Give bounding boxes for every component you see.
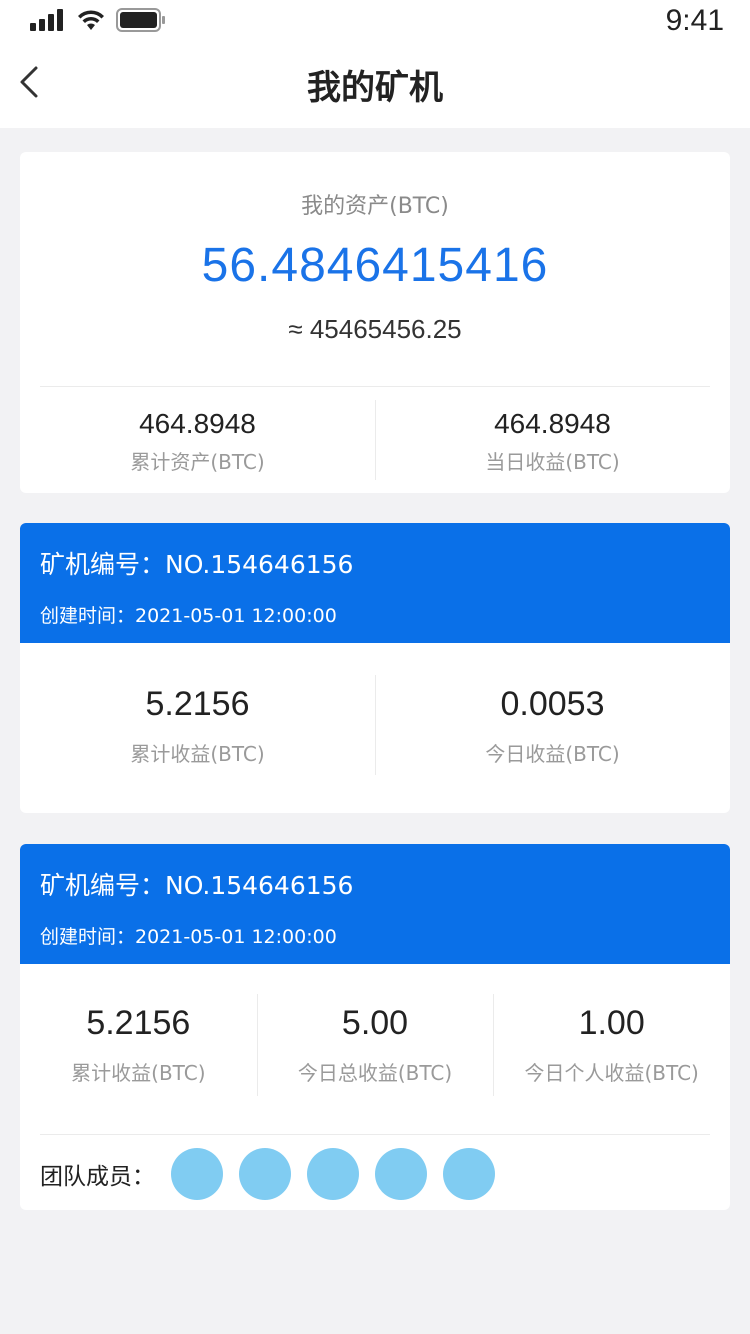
- stat-total-assets: 464.8948 累计资产(BTC): [20, 400, 375, 480]
- stat-value: 5.2156: [145, 685, 250, 723]
- stat-value: 5.2156: [86, 1004, 191, 1042]
- battery-icon: [116, 8, 165, 32]
- stat-label: 今日个人收益(BTC): [524, 1061, 699, 1085]
- miner-card[interactable]: 矿机编号：NO.154646156 创建时间：2021-05-01 12:00:…: [20, 523, 730, 813]
- stat-label: 累计资产(BTC): [130, 450, 265, 474]
- avatar[interactable]: [375, 1148, 427, 1200]
- status-time: 9:41: [665, 4, 724, 37]
- avatar[interactable]: [443, 1148, 495, 1200]
- stat-today-personal-income: 1.00 今日个人收益(BTC): [493, 964, 730, 1096]
- stat-cumulative-income: 5.2156 累计收益(BTC): [20, 643, 375, 767]
- stat-label: 累计收益(BTC): [71, 1061, 206, 1085]
- divider: [40, 1134, 710, 1135]
- asset-label: 我的资产(BTC): [301, 194, 449, 219]
- stat-label: 累计收益(BTC): [130, 742, 265, 766]
- team-members: 团队成员：: [40, 1146, 511, 1202]
- stat-value: 1.00: [578, 1004, 645, 1042]
- stat-label: 今日总收益(BTC): [297, 1061, 453, 1085]
- stat-today-income: 0.0053 今日收益(BTC): [375, 643, 730, 775]
- status-icons: [30, 8, 166, 32]
- asset-value: 56.4846415416: [201, 239, 549, 292]
- stat-today-total-income: 5.00 今日总收益(BTC): [256, 964, 494, 1096]
- miner-created-time: 创建时间：2021-05-01 12:00:00: [40, 605, 337, 627]
- miner-stats: 5.2156 累计收益(BTC) 5.00 今日总收益(BTC) 1.00 今日…: [20, 964, 730, 1096]
- stat-label: 当日收益(BTC): [485, 450, 620, 474]
- asset-stats: 464.8948 累计资产(BTC) 464.8948 当日收益(BTC): [20, 400, 730, 480]
- stat-value: 464.8948: [494, 408, 611, 439]
- stat-value: 464.8948: [139, 408, 256, 439]
- miner-stats: 5.2156 累计收益(BTC) 0.0053 今日收益(BTC): [20, 643, 730, 775]
- miner-id: 矿机编号：NO.154646156: [40, 871, 354, 900]
- miner-header: 矿机编号：NO.154646156 创建时间：2021-05-01 12:00:…: [20, 523, 730, 643]
- miner-card[interactable]: 矿机编号：NO.154646156 创建时间：2021-05-01 12:00:…: [20, 844, 730, 1210]
- stat-daily-income: 464.8948 当日收益(BTC): [375, 400, 730, 480]
- miner-id: 矿机编号：NO.154646156: [40, 550, 354, 579]
- asset-card: 我的资产(BTC) 56.4846415416 ≈ 45465456.25 46…: [20, 152, 730, 493]
- stat-value: 0.0053: [500, 685, 605, 723]
- avatar[interactable]: [307, 1148, 359, 1200]
- miner-created-time: 创建时间：2021-05-01 12:00:00: [40, 926, 337, 948]
- status-bar: 9:41: [0, 0, 750, 44]
- avatar[interactable]: [171, 1148, 223, 1200]
- stat-value: 5.00: [341, 1004, 409, 1042]
- stat-label: 今日收益(BTC): [485, 742, 620, 766]
- wifi-icon: [78, 10, 104, 30]
- team-label: 团队成员：: [40, 1164, 155, 1190]
- nav-bar: 我的矿机: [0, 44, 750, 128]
- signal-icon: [30, 9, 63, 31]
- divider: [40, 386, 710, 387]
- header: 9:41 我的矿机: [0, 0, 750, 128]
- avatar[interactable]: [239, 1148, 291, 1200]
- stat-cumulative-income: 5.2156 累计收益(BTC): [20, 964, 257, 1086]
- miner-header: 矿机编号：NO.154646156 创建时间：2021-05-01 12:00:…: [20, 844, 730, 964]
- asset-approx-value: ≈ 45465456.25: [288, 314, 462, 344]
- page-title: 我的矿机: [307, 68, 443, 108]
